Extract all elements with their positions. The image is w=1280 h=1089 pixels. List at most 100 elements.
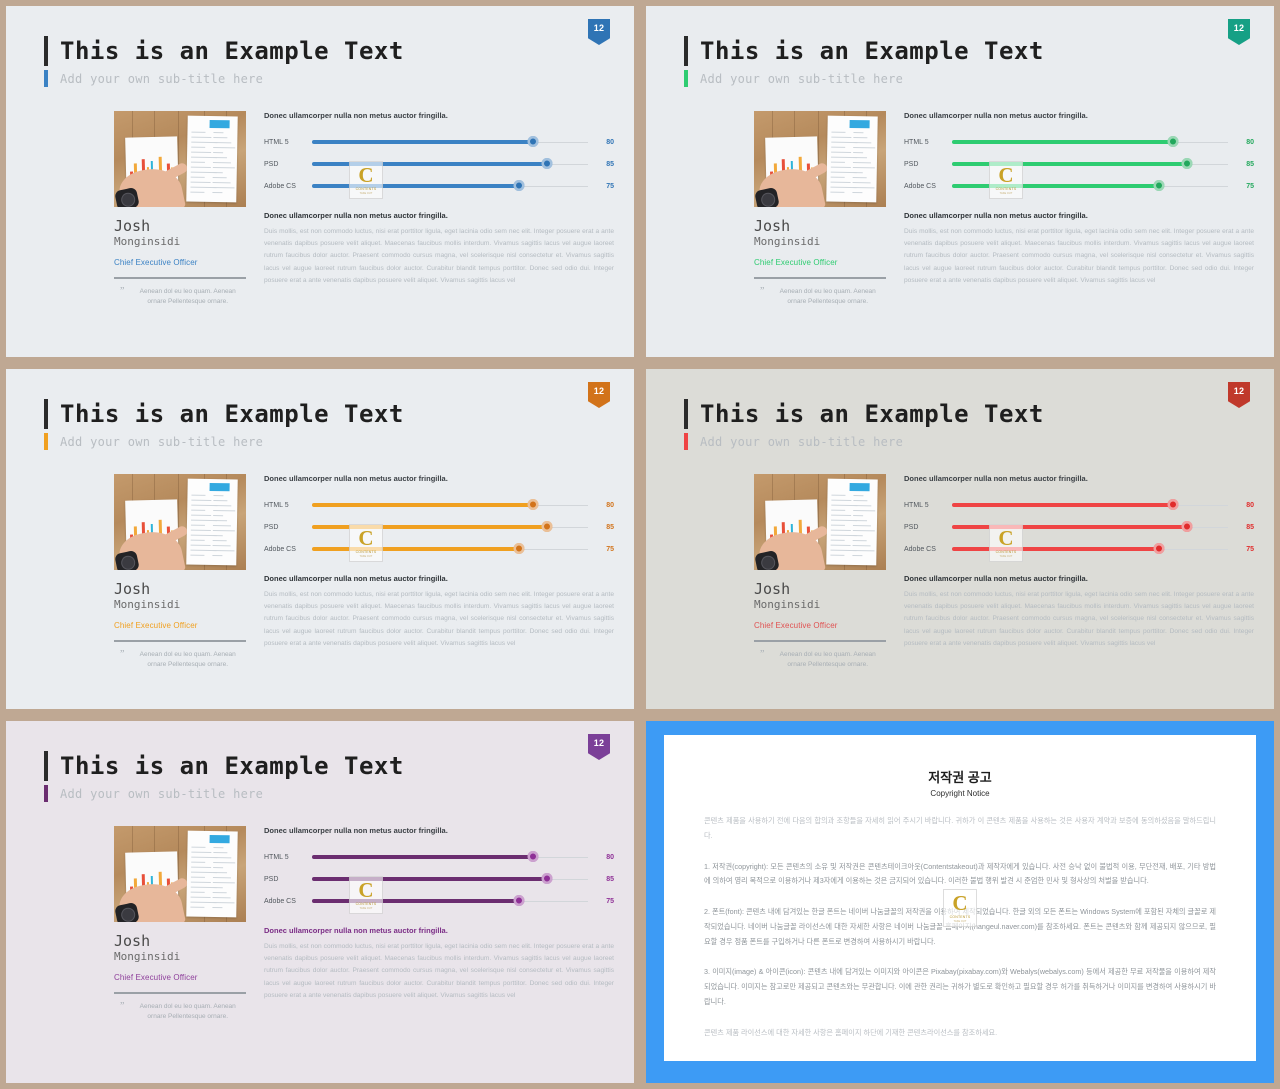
person-divider (754, 639, 886, 642)
skill-row[interactable]: Adobe CS 75 (264, 175, 614, 197)
skill-label: HTML 5 (904, 501, 929, 509)
track-knob[interactable] (513, 180, 525, 191)
quote-mark-icon: ” (760, 285, 765, 297)
skill-row[interactable]: Adobe CS 75 (264, 890, 614, 912)
track-knob[interactable] (1181, 158, 1193, 169)
person-divider (114, 639, 246, 642)
track-fill (312, 140, 533, 144)
track-knob[interactable] (541, 873, 553, 884)
skill-row[interactable]: HTML 5 80 (264, 494, 614, 516)
track-knob[interactable] (513, 895, 525, 906)
skill-label: PSD (264, 523, 279, 531)
skill-track[interactable] (312, 873, 588, 885)
person-role: Chief Executive Officer (754, 257, 838, 267)
slide-content: Josh Monginsidi Chief Executive Officer … (754, 111, 1254, 307)
skill-track[interactable] (312, 158, 588, 170)
skill-row[interactable]: Adobe CS 75 (904, 175, 1254, 197)
subtitle-accent-bar (44, 433, 48, 450)
track-knob[interactable] (1167, 136, 1179, 147)
skill-row[interactable]: HTML 5 80 (904, 131, 1254, 153)
title-block: This is an Example Text Add your own sub… (44, 399, 404, 450)
skill-row[interactable]: PSD 85 (904, 153, 1254, 175)
page-subtitle: Add your own sub-title here (60, 786, 264, 801)
skill-track[interactable] (952, 158, 1228, 170)
skill-label: PSD (904, 523, 919, 531)
title-block: This is an Example Text Add your own sub… (44, 36, 404, 87)
page-title: This is an Example Text (700, 37, 1044, 65)
person-role: Chief Executive Officer (754, 620, 838, 630)
skill-track[interactable] (952, 499, 1228, 511)
track-knob[interactable] (1167, 499, 1179, 510)
skill-row[interactable]: PSD 85 (264, 868, 614, 890)
skill-track[interactable] (312, 895, 588, 907)
slide-content: Josh Monginsidi Chief Executive Officer … (754, 474, 1254, 670)
skill-row[interactable]: Adobe CS 75 (264, 538, 614, 560)
person-card: Josh Monginsidi Chief Executive Officer … (754, 474, 886, 670)
skill-label: HTML 5 (264, 853, 289, 861)
resume-document (186, 115, 238, 203)
skill-value: 80 (1246, 501, 1254, 509)
skill-row[interactable]: PSD 85 (264, 516, 614, 538)
skill-row[interactable]: HTML 5 80 (264, 131, 614, 153)
page-title: This is an Example Text (60, 37, 404, 65)
slide-red[interactable]: 12 This is an Example Text Add your own … (646, 369, 1274, 709)
person-divider (114, 276, 246, 279)
slide-copyright[interactable]: 저작권 공고 Copyright Notice 콘텐츠 제품을 사용하기 전에 … (646, 721, 1274, 1083)
skill-track[interactable] (312, 851, 588, 863)
track-knob[interactable] (513, 543, 525, 554)
skill-track[interactable] (952, 136, 1228, 148)
title-accent-bar (684, 399, 688, 429)
track-knob[interactable] (527, 499, 539, 510)
slide-purple[interactable]: 12 This is an Example Text Add your own … (6, 721, 634, 1083)
skill-row[interactable]: HTML 5 80 (264, 846, 614, 868)
slide-green[interactable]: 12 This is an Example Text Add your own … (646, 6, 1274, 357)
quote-text: Aenean dol eu leo quam. Aenean ornare Pe… (779, 650, 876, 668)
skill-track[interactable] (312, 180, 588, 192)
resume-header-block (849, 482, 870, 492)
skill-track[interactable] (952, 521, 1228, 533)
skill-track[interactable] (312, 543, 588, 555)
track-knob[interactable] (541, 158, 553, 169)
skill-row[interactable]: Adobe CS 75 (904, 538, 1254, 560)
slide-orange[interactable]: 12 This is an Example Text Add your own … (6, 369, 634, 709)
skill-track[interactable] (312, 499, 588, 511)
profile-photo (754, 111, 886, 207)
person-role: Chief Executive Officer (114, 972, 198, 982)
subtitle-accent-bar (684, 433, 688, 450)
track-knob[interactable] (527, 136, 539, 147)
title-row: This is an Example Text (684, 399, 1044, 429)
skill-value: 80 (606, 501, 614, 509)
track-knob[interactable] (1181, 521, 1193, 532)
page-title: This is an Example Text (60, 400, 404, 428)
skill-label: Adobe CS (264, 897, 296, 905)
person-first-name: Josh (754, 217, 791, 235)
title-accent-bar (44, 399, 48, 429)
track-knob[interactable] (541, 521, 553, 532)
skill-value: 75 (1246, 545, 1254, 553)
page-title: This is an Example Text (700, 400, 1044, 428)
slide-cell-1: 12 This is an Example Text Add your own … (0, 0, 640, 363)
skill-track[interactable] (952, 543, 1228, 555)
slide-cell-4: 12 This is an Example Text Add your own … (640, 363, 1280, 715)
skills-and-body: Donec ullamcorper nulla non metus auctor… (264, 111, 614, 307)
subtitle-accent-bar (44, 785, 48, 802)
skill-track[interactable] (312, 521, 588, 533)
skill-track[interactable] (952, 180, 1228, 192)
skills-and-body: Donec ullamcorper nulla non metus auctor… (904, 111, 1254, 307)
skill-row[interactable]: PSD 85 (904, 516, 1254, 538)
body-paragraph: Duis mollis, est non commodo luctus, nis… (264, 943, 614, 999)
track-knob[interactable] (527, 851, 539, 862)
title-row: This is an Example Text (44, 751, 404, 781)
slide-blue[interactable]: 12 This is an Example Text Add your own … (6, 6, 634, 357)
skill-row[interactable]: HTML 5 80 (904, 494, 1254, 516)
resume-header-block (209, 834, 230, 844)
resume-header-block (849, 119, 870, 129)
person-last-name: Monginsidi (114, 598, 181, 612)
track-knob[interactable] (1153, 543, 1165, 554)
skill-row[interactable]: PSD 85 (264, 153, 614, 175)
track-fill (952, 140, 1173, 144)
profile-photo (114, 474, 246, 570)
track-knob[interactable] (1153, 180, 1165, 191)
skill-track[interactable] (312, 136, 588, 148)
person-role: Chief Executive Officer (114, 620, 198, 630)
